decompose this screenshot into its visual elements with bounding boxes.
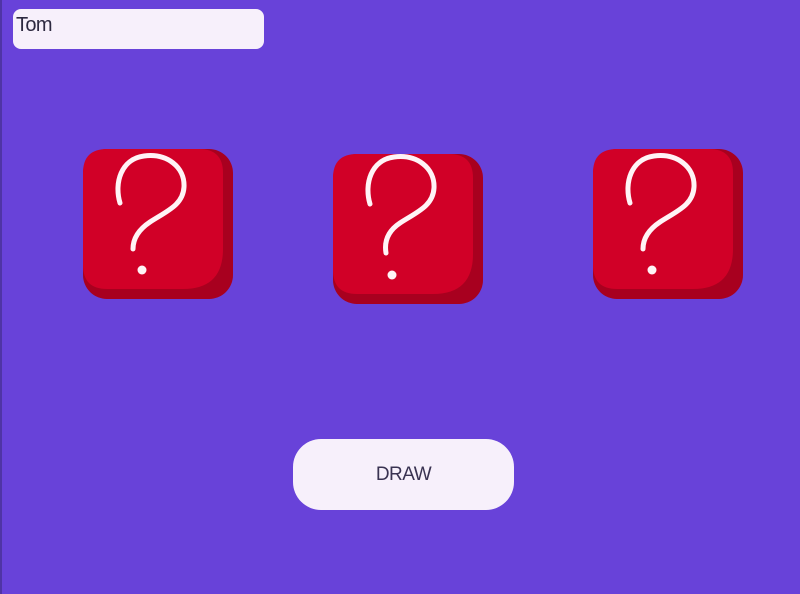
draw-button[interactable]: DRAW xyxy=(293,439,514,510)
mystery-card-2[interactable] xyxy=(333,154,483,304)
mystery-card-3[interactable] xyxy=(593,149,743,299)
window-edge xyxy=(0,0,2,594)
player-name-input[interactable] xyxy=(13,9,264,49)
question-mark-icon xyxy=(83,149,233,299)
question-mark-icon xyxy=(593,149,743,299)
mystery-card-1[interactable] xyxy=(83,149,233,299)
question-mark-icon xyxy=(333,154,483,304)
